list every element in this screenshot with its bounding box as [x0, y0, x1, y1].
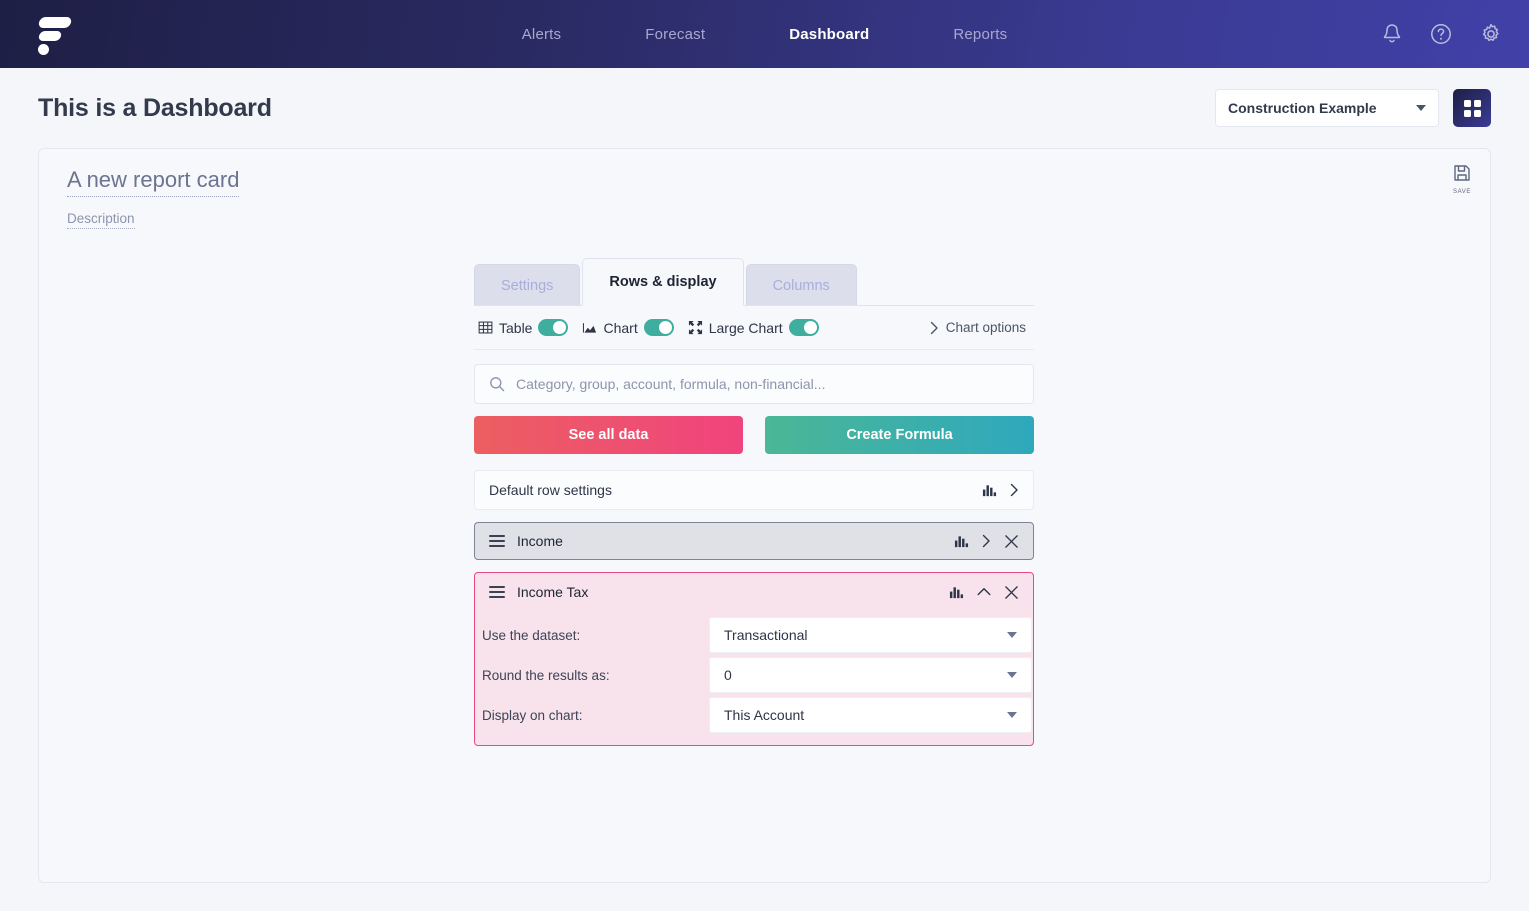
row-income-label: Income [517, 533, 563, 549]
entity-select[interactable]: Construction Example [1215, 89, 1439, 127]
expand-chevron-right-icon[interactable] [982, 534, 991, 548]
apps-grid-icon [1463, 99, 1481, 117]
page-title: This is a Dashboard [38, 93, 272, 122]
tab-rows-display[interactable]: Rows & display [582, 258, 744, 306]
field-round-results: Round the results as: 0 [475, 655, 1033, 695]
see-all-data-button[interactable]: See all data [474, 416, 743, 454]
nav-item-dashboard[interactable]: Dashboard [779, 20, 879, 49]
nav-item-forecast[interactable]: Forecast [635, 20, 715, 49]
panel-tabs: Settings Rows & display Columns [474, 258, 1034, 306]
page-header: This is a Dashboard Construction Example [0, 68, 1529, 148]
chart-options-button[interactable]: Chart options [930, 320, 1030, 335]
toggle-large-chart[interactable] [788, 319, 819, 336]
app-logo[interactable] [0, 0, 110, 68]
select-round-results[interactable]: 0 [709, 657, 1032, 693]
field-label-round-results: Round the results as: [482, 667, 610, 683]
top-navigation-bar: Alerts Forecast Dashboard Reports [0, 0, 1529, 68]
bell-icon[interactable] [1381, 22, 1403, 46]
save-button-label: Save [1453, 185, 1471, 195]
select-use-dataset[interactable]: Transactional [709, 617, 1032, 653]
select-use-dataset-value: Transactional [724, 627, 808, 643]
rows-display-panel: Settings Rows & display Columns Table Ch… [474, 258, 1034, 746]
create-formula-button[interactable]: Create Formula [765, 416, 1034, 454]
search-icon [490, 377, 505, 392]
drag-handle-icon[interactable] [489, 535, 505, 547]
close-icon[interactable] [1004, 534, 1019, 549]
row-income-tax-body: Use the dataset: Transactional Round the… [475, 611, 1033, 745]
area-chart-icon [583, 323, 597, 333]
close-icon[interactable] [1004, 585, 1019, 600]
expand-chevron-right-icon[interactable] [1010, 483, 1019, 497]
report-card-description[interactable]: Description [67, 211, 135, 229]
save-floppy-icon [1454, 165, 1470, 181]
chevron-down-icon [1007, 672, 1017, 678]
row-income-tax-actions [949, 585, 1019, 600]
table-grid-icon [478, 321, 493, 334]
field-use-dataset: Use the dataset: Transactional [475, 615, 1033, 655]
select-display-on-chart-value: This Account [724, 707, 805, 723]
apps-grid-button[interactable] [1453, 89, 1491, 127]
panel-action-buttons: See all data Create Formula [474, 416, 1034, 454]
toggle-table[interactable] [538, 319, 569, 336]
display-toolbar: Table Chart Large Chart Chart options [474, 306, 1034, 350]
chevron-right-icon [930, 321, 938, 334]
nav-item-alerts[interactable]: Alerts [512, 20, 572, 49]
row-income-tax-header[interactable]: Income Tax [475, 573, 1033, 611]
nav-item-reports[interactable]: Reports [943, 20, 1017, 49]
formula-logo-icon [35, 13, 75, 55]
help-circle-icon[interactable] [1429, 22, 1453, 46]
report-card: A new report card Description Save Setti… [38, 148, 1491, 883]
chart-options-label: Chart options [945, 320, 1026, 335]
chevron-down-icon [1007, 712, 1017, 718]
nav-icon-group [1381, 22, 1503, 46]
save-button[interactable]: Save [1452, 163, 1472, 195]
select-round-results-value: 0 [724, 667, 732, 683]
bar-chart-icon[interactable] [954, 534, 969, 549]
entity-select-value: Construction Example [1228, 100, 1377, 116]
row-income[interactable]: Income [474, 522, 1034, 560]
bar-chart-icon[interactable] [949, 585, 964, 600]
tab-settings[interactable]: Settings [474, 264, 581, 306]
row-income-actions [954, 534, 1019, 549]
expand-arrows-icon [688, 320, 702, 335]
default-row-settings-label: Default row settings [489, 482, 612, 498]
search-field[interactable] [474, 364, 1034, 404]
chevron-down-icon [1416, 105, 1426, 111]
drag-handle-icon[interactable] [489, 586, 505, 598]
collapse-chevron-up-icon[interactable] [977, 587, 991, 597]
toggle-group-chart: Chart [582, 319, 674, 336]
toggle-label-chart: Chart [603, 319, 638, 336]
chevron-down-icon [1007, 632, 1017, 638]
default-row-actions [982, 483, 1019, 498]
toggle-label-large-chart: Large Chart [708, 319, 783, 336]
field-label-use-dataset: Use the dataset: [482, 627, 581, 643]
toggle-chart[interactable] [643, 319, 674, 336]
tab-columns[interactable]: Columns [745, 264, 857, 306]
search-input[interactable] [516, 376, 1019, 392]
bar-chart-icon[interactable] [982, 483, 997, 498]
select-display-on-chart[interactable]: This Account [709, 697, 1032, 733]
gear-icon[interactable] [1479, 22, 1503, 46]
tabs-underline [474, 305, 1034, 306]
toggle-label-table: Table [499, 319, 533, 336]
default-row-settings[interactable]: Default row settings [474, 470, 1034, 510]
row-income-tax-label: Income Tax [517, 584, 589, 600]
toggle-group-table: Table [478, 319, 569, 336]
header-actions: Construction Example [1215, 89, 1491, 127]
field-label-display-on-chart: Display on chart: [482, 707, 583, 723]
row-income-tax: Income Tax Use the dataset: Transactiona… [474, 572, 1034, 746]
toggle-group-large-chart: Large Chart [688, 319, 819, 336]
report-card-title[interactable]: A new report card [67, 167, 240, 197]
field-display-on-chart: Display on chart: This Account [475, 695, 1033, 735]
main-nav-items: Alerts Forecast Dashboard Reports [0, 20, 1529, 49]
